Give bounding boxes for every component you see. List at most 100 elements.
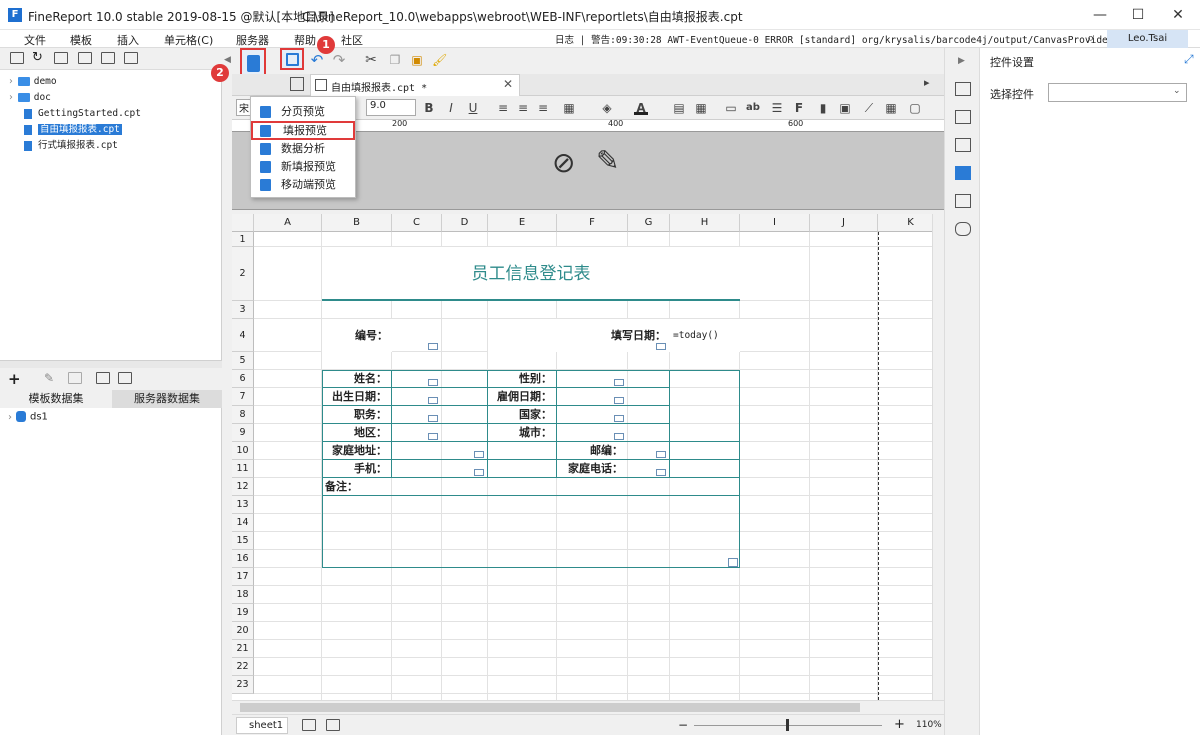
widget-marker-icon[interactable] bbox=[428, 415, 438, 422]
widget-marker-icon[interactable] bbox=[614, 415, 624, 422]
bold-icon[interactable]: B bbox=[422, 101, 436, 115]
today-formula-cell[interactable]: =today() bbox=[670, 319, 740, 352]
function-icon[interactable]: F bbox=[792, 101, 806, 115]
row-header[interactable]: 17 bbox=[232, 568, 254, 586]
font-size-select[interactable]: 9.0 bbox=[366, 99, 416, 116]
format-painter-icon[interactable]: 🖌 bbox=[432, 53, 447, 67]
image-icon[interactable]: ▣ bbox=[838, 101, 852, 115]
tab-template-dataset[interactable]: 模板数据集 bbox=[0, 390, 112, 408]
tree-node-doc[interactable]: › doc bbox=[8, 91, 51, 105]
save-button[interactable] bbox=[280, 48, 304, 70]
widget-settings-icon[interactable] bbox=[955, 166, 971, 180]
column-header[interactable]: H bbox=[670, 214, 740, 232]
row-header[interactable]: 18 bbox=[232, 586, 254, 604]
link-icon[interactable] bbox=[955, 222, 971, 236]
menu-item-fill-preview[interactable]: 填报预览 bbox=[251, 121, 355, 140]
row-header[interactable]: 3 bbox=[232, 301, 254, 319]
close-tab-icon[interactable]: ✕ bbox=[503, 77, 513, 91]
open-icon[interactable] bbox=[54, 52, 68, 64]
undo-icon[interactable]: ↶ bbox=[310, 53, 324, 68]
chart-icon[interactable]: ▮ bbox=[816, 101, 830, 115]
widget-marker-icon[interactable] bbox=[428, 343, 438, 350]
column-header[interactable]: A bbox=[254, 214, 322, 232]
refresh-icon[interactable]: ↻ bbox=[32, 50, 43, 65]
formula-icon[interactable]: ☰ bbox=[770, 101, 784, 115]
row-header[interactable]: 6 bbox=[232, 370, 254, 388]
column-header[interactable]: E bbox=[488, 214, 557, 232]
zoom-in-icon[interactable]: + bbox=[894, 717, 905, 732]
insert-text-icon[interactable]: ▭ bbox=[724, 101, 738, 115]
column-header[interactable]: J bbox=[810, 214, 878, 232]
underline-icon[interactable]: U bbox=[466, 101, 480, 115]
row-header[interactable]: 2 bbox=[232, 247, 254, 301]
sheet-tab[interactable]: sheet1 bbox=[236, 717, 288, 734]
new-folder-icon[interactable] bbox=[10, 52, 24, 64]
tab-menu-icon[interactable]: ▸ bbox=[924, 76, 930, 89]
cut-icon[interactable]: ✂ bbox=[364, 53, 378, 67]
menu-help[interactable]: 帮助 bbox=[294, 32, 316, 48]
row-header[interactable]: 12 bbox=[232, 478, 254, 496]
menu-item-data-analysis[interactable]: 数据分析 bbox=[251, 140, 355, 158]
search-icon[interactable]: ⌕ bbox=[1087, 31, 1094, 46]
column-header[interactable]: G bbox=[628, 214, 670, 232]
scroll-thumb[interactable] bbox=[240, 703, 860, 712]
widget-marker-icon[interactable] bbox=[656, 451, 666, 458]
tree-node-gettingstarted[interactable]: GettingStarted.cpt bbox=[24, 107, 141, 121]
textarea-widget-icon[interactable] bbox=[728, 558, 738, 567]
merge-icon[interactable]: ▤ bbox=[672, 101, 686, 115]
tree-node-demo[interactable]: › demo bbox=[8, 75, 57, 89]
delete-icon[interactable] bbox=[101, 52, 115, 64]
unmerge-icon[interactable]: ▦ bbox=[694, 101, 708, 115]
column-header[interactable]: C bbox=[392, 214, 442, 232]
copy-icon[interactable] bbox=[124, 52, 138, 64]
collapse-right-icon[interactable]: ▶ bbox=[958, 56, 965, 66]
row-header[interactable]: 5 bbox=[232, 352, 254, 370]
row-header[interactable]: 14 bbox=[232, 514, 254, 532]
add-form-sheet-icon[interactable] bbox=[326, 719, 340, 731]
menu-cell[interactable]: 单元格(C) bbox=[164, 32, 213, 48]
edit-icon[interactable]: ✎ bbox=[44, 371, 54, 385]
condition-icon[interactable] bbox=[955, 138, 971, 152]
insert-field-icon[interactable]: ab bbox=[746, 101, 760, 115]
cell-element-icon[interactable] bbox=[955, 110, 971, 124]
row-header[interactable]: 15 bbox=[232, 532, 254, 550]
font-color-icon[interactable]: A bbox=[634, 101, 648, 115]
column-header[interactable]: B bbox=[322, 214, 392, 232]
widget-marker-icon[interactable] bbox=[656, 469, 666, 476]
copy-icon[interactable]: ❐ bbox=[388, 53, 402, 67]
align-left-icon[interactable]: ≡ bbox=[496, 101, 510, 115]
italic-icon[interactable]: I bbox=[444, 101, 458, 115]
delete-dataset-icon[interactable] bbox=[68, 372, 82, 384]
row-header[interactable]: 7 bbox=[232, 388, 254, 406]
widget-marker-icon[interactable] bbox=[614, 433, 624, 440]
maximize-button[interactable]: ☐ bbox=[1123, 4, 1153, 26]
row-header[interactable]: 16 bbox=[232, 550, 254, 568]
column-header[interactable]: D bbox=[442, 214, 488, 232]
widget-marker-icon[interactable] bbox=[614, 379, 624, 386]
border-icon[interactable]: ▦ bbox=[562, 101, 576, 115]
tree-node-row-fill[interactable]: 行式填报报表.cpt bbox=[24, 139, 118, 153]
slash-icon[interactable]: ⟋ bbox=[862, 101, 876, 115]
widget-marker-icon[interactable] bbox=[428, 379, 438, 386]
row-header[interactable]: 23 bbox=[232, 676, 254, 694]
row-header[interactable]: 9 bbox=[232, 424, 254, 442]
menu-community[interactable]: 社区 bbox=[341, 32, 363, 48]
panel-splitter[interactable] bbox=[0, 360, 222, 368]
menu-item-mobile-preview[interactable]: 移动端预览 bbox=[251, 176, 355, 194]
subreport-icon[interactable]: ▦ bbox=[884, 101, 898, 115]
pencil-icon[interactable]: ✎ bbox=[596, 144, 619, 177]
dataset-item-ds1[interactable]: › ds1 bbox=[8, 411, 48, 423]
column-header[interactable]: F bbox=[557, 214, 628, 232]
more-icon[interactable]: ▢ bbox=[908, 101, 922, 115]
row-header[interactable]: 10 bbox=[232, 442, 254, 460]
parameter-icon[interactable] bbox=[118, 372, 132, 384]
row-header[interactable]: 13 bbox=[232, 496, 254, 514]
lock-icon[interactable] bbox=[78, 52, 92, 64]
tab-server-dataset[interactable]: 服务器数据集 bbox=[112, 390, 222, 408]
zoom-out-icon[interactable]: − bbox=[678, 718, 688, 732]
menu-item-new-fill-preview[interactable]: 新填报预览 bbox=[251, 158, 355, 176]
log-text[interactable]: 日志 | 警告:09:30:28 AWT-EventQueue-0 ERROR … bbox=[555, 32, 1113, 46]
cell-attr-icon[interactable] bbox=[955, 82, 971, 96]
row-header[interactable]: 4 bbox=[232, 319, 254, 352]
add-dataset-icon[interactable]: + bbox=[8, 370, 21, 388]
